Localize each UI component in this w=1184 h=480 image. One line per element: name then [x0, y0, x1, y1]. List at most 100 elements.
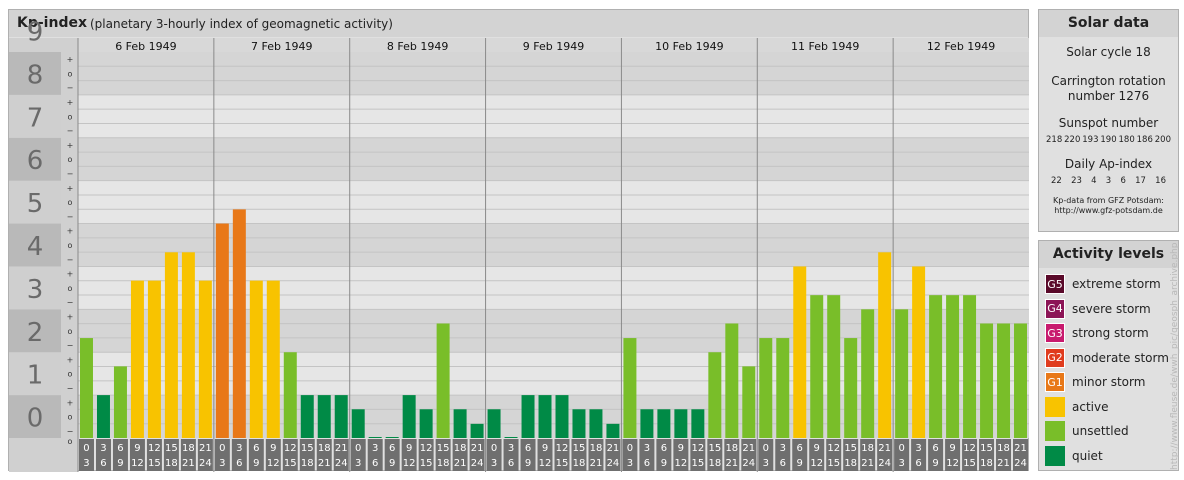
kp-bar [334, 395, 348, 438]
kp-bar [810, 295, 824, 438]
interval-start: 9 [270, 443, 276, 454]
interval-end: 24 [1014, 458, 1027, 469]
kp-bar [300, 395, 314, 438]
kp-chart-panel: Kp-index (planetary 3-hourly index of ge… [8, 9, 1029, 472]
interval-end: 21 [182, 458, 195, 469]
carrington-line1: Carrington rotation [1051, 74, 1166, 88]
kp-bar [232, 209, 246, 438]
y-subtick-label: o [68, 327, 73, 336]
y-subtick-label: − [67, 341, 74, 350]
interval-end: 21 [454, 458, 467, 469]
interval-start: 6 [389, 443, 395, 454]
day-label: 8 Feb 1949 [387, 40, 448, 53]
y-subtick-label: + [67, 312, 74, 321]
interval-end: 12 [810, 458, 823, 469]
y-tick-label: 9 [27, 18, 44, 48]
day-label: 12 Feb 1949 [927, 40, 995, 53]
y-tick-label: 8 [27, 60, 44, 90]
interval-start: 0 [898, 443, 904, 454]
interval-start: 18 [318, 443, 331, 454]
kp-bar [759, 338, 773, 438]
interval-end: 15 [827, 458, 840, 469]
grid-band [78, 180, 1029, 224]
interval-start: 21 [742, 443, 755, 454]
activity-level-swatch: G1 [1045, 372, 1065, 392]
kp-bar [827, 295, 841, 438]
interval-start: 0 [83, 443, 89, 454]
interval-end: 24 [199, 458, 212, 469]
interval-end: 9 [797, 458, 803, 469]
kp-bar [266, 280, 280, 438]
kp-bar [113, 366, 127, 438]
day-label: 6 Feb 1949 [115, 40, 176, 53]
kp-bar [283, 352, 297, 438]
kp-bar [198, 280, 212, 438]
kp-bar [385, 437, 399, 438]
interval-end: 21 [997, 458, 1010, 469]
interval-end: 6 [915, 458, 921, 469]
interval-end: 6 [100, 458, 106, 469]
interval-end: 18 [708, 458, 721, 469]
interval-start: 18 [997, 443, 1010, 454]
y-tick-label: 3 [27, 275, 44, 305]
interval-end: 9 [253, 458, 259, 469]
grid-band [78, 94, 1029, 138]
interval-start: 9 [678, 443, 684, 454]
activity-level-label: active [1072, 399, 1109, 414]
activity-level-swatch: G3 [1045, 323, 1065, 343]
kp-bar [538, 395, 552, 438]
interval-start: 9 [949, 443, 955, 454]
interval-start: 3 [236, 443, 242, 454]
interval-end: 15 [963, 458, 976, 469]
ap-value: 22 [1051, 176, 1062, 186]
interval-start: 15 [980, 443, 993, 454]
kp-bar [1014, 323, 1027, 438]
kp-bar [861, 309, 875, 438]
solar-data-panel: Solar data Solar cycle 18 Carrington rot… [1038, 9, 1179, 232]
interval-end: 3 [355, 458, 361, 469]
interval-start: 18 [725, 443, 738, 454]
interval-end: 18 [437, 458, 450, 469]
interval-end: 24 [878, 458, 891, 469]
y-subtick-label: o [68, 437, 73, 446]
y-subtick-label: − [67, 84, 74, 93]
kp-bar [572, 409, 586, 438]
interval-end: 12 [674, 458, 687, 469]
interval-end: 6 [644, 458, 650, 469]
y-subtick-label: o [68, 198, 73, 207]
y-subtick-label: o [68, 241, 73, 250]
interval-start: 21 [607, 443, 620, 454]
interval-start: 9 [814, 443, 820, 454]
interval-start: 6 [797, 443, 803, 454]
y-subtick-label: + [67, 184, 74, 193]
kp-bar [929, 295, 943, 438]
interval-start: 0 [355, 443, 361, 454]
y-subtick-label: − [67, 384, 74, 393]
activity-level-quiet: quiet [1045, 445, 1103, 466]
kp-bar [317, 395, 331, 438]
interval-end: 15 [284, 458, 297, 469]
kp-bar [419, 409, 433, 438]
kp-bar [691, 409, 705, 438]
kp-bar [147, 280, 161, 438]
kp-bar [674, 409, 688, 438]
activity-level-swatch [1045, 445, 1065, 466]
ap-value: 3 [1105, 176, 1112, 186]
activity-level-unsettled: unsettled [1045, 421, 1129, 441]
kp-bar [521, 395, 535, 438]
data-credit: Kp-data from GFZ Potsdam: [1053, 196, 1164, 205]
interval-end: 18 [301, 458, 314, 469]
interval-start: 12 [556, 443, 569, 454]
interval-end: 18 [573, 458, 586, 469]
interval-end: 3 [763, 458, 769, 469]
ap-values: 22 23 4 3 6 17 16 [1039, 176, 1178, 186]
y-subtick-label: + [67, 55, 74, 64]
ap-value: 6 [1120, 176, 1126, 186]
interval-end: 18 [980, 458, 993, 469]
interval-end: 12 [946, 458, 959, 469]
y-tick-label: 1 [27, 361, 44, 391]
sunspot-value: 190 [1100, 135, 1117, 145]
kp-bar [181, 252, 195, 438]
interval-start: 9 [134, 443, 140, 454]
interval-end: 9 [932, 458, 938, 469]
